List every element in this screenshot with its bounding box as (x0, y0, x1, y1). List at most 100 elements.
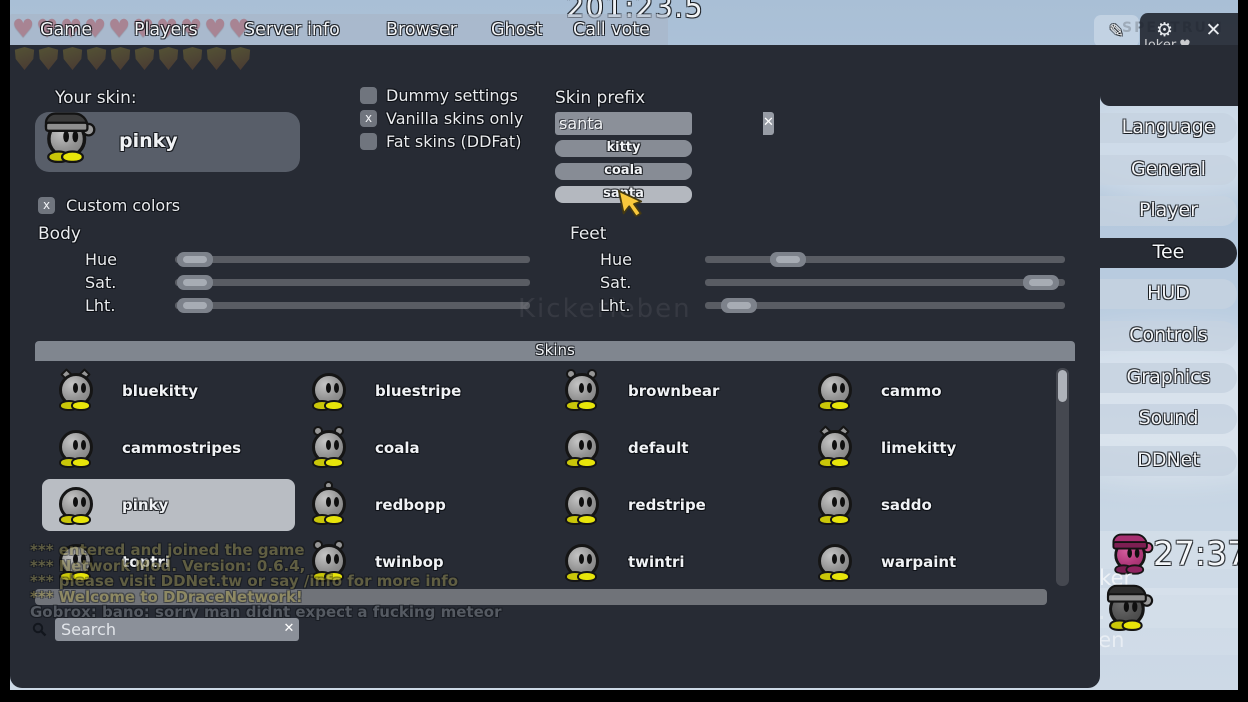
current-skin-name: pinky (119, 130, 178, 152)
slider-thumb[interactable] (770, 252, 806, 267)
tee-eye (81, 383, 86, 393)
prefix-option-button[interactable]: kitty (555, 140, 692, 157)
shield-icon (182, 47, 203, 70)
tee-eye (81, 497, 86, 507)
skin-tee-icon (56, 426, 100, 470)
settings-tab[interactable]: Tee (1100, 238, 1237, 268)
settings-tab[interactable]: Graphics (1100, 363, 1237, 393)
tee-eye (73, 497, 78, 507)
skin-checkboxes: Dummy settings x Vanilla skins only Fat … (360, 87, 523, 150)
skin-list-item[interactable]: limekitty (801, 422, 1054, 474)
search-input[interactable] (55, 618, 279, 641)
slider-track[interactable] (705, 302, 1065, 309)
tee-eye (840, 383, 845, 393)
slider-track[interactable] (175, 279, 530, 286)
tee-eye (587, 440, 592, 450)
skin-list-item[interactable]: brownbear (548, 365, 801, 417)
clear-prefix-icon[interactable]: ✕ (763, 112, 774, 135)
slider-track[interactable] (175, 302, 530, 309)
slider-thumb[interactable] (177, 275, 213, 290)
tee-eye (72, 131, 78, 143)
current-skin-tee (44, 115, 95, 166)
settings-tab[interactable]: HUD (1100, 279, 1237, 309)
menu-item[interactable]: Ghost (491, 20, 542, 40)
skins-list-header[interactable]: Skins (35, 341, 1075, 361)
checkbox[interactable] (360, 133, 377, 150)
settings-tab[interactable]: DDNet (1100, 446, 1237, 476)
menu-item[interactable]: Browser (386, 20, 457, 40)
skin-name: brownbear (628, 382, 719, 400)
settings-tab[interactable]: Player (1100, 196, 1237, 226)
skin-prefix-input[interactable] (555, 112, 763, 135)
skin-list-item[interactable]: coala (295, 422, 548, 474)
skin-list-item[interactable]: cammo (801, 365, 1054, 417)
tee-foot (830, 514, 850, 525)
skin-list-item[interactable]: redstripe (548, 479, 801, 531)
custom-colors-checkbox[interactable]: x (38, 197, 55, 214)
tee-eye (81, 440, 86, 450)
tee-eye (63, 131, 69, 143)
skin-tee-icon (56, 483, 100, 527)
skin-list-item[interactable]: pinky (42, 479, 295, 531)
clear-search-icon[interactable]: ✕ (279, 618, 299, 641)
slider-row: Lht. (600, 294, 1065, 317)
skins-scrollbar[interactable] (1056, 368, 1069, 586)
skin-list-item[interactable]: bluekitty (42, 365, 295, 417)
settings-panel-corner (1100, 45, 1238, 106)
settings-tab[interactable]: Language (1100, 113, 1237, 143)
skin-name: default (628, 439, 689, 457)
menu-item[interactable]: Server info (244, 20, 340, 40)
slider-track[interactable] (705, 256, 1065, 263)
slider-row: Sat. (85, 271, 530, 294)
body-section-label: Body (38, 224, 81, 244)
skin-list-item[interactable]: saddo (801, 479, 1054, 531)
screen: 201:23.5 ♥♥♥♥♥♥♥♥♥♥ SPECTRUM Kickerleben… (0, 0, 1248, 702)
tee-eye (832, 554, 837, 564)
slider-thumb[interactable] (177, 298, 213, 313)
body-sliders: Hue Sat. Lht. (85, 248, 530, 317)
skin-list-item[interactable]: default (548, 422, 801, 474)
editor-button[interactable]: ✎ (1094, 15, 1139, 47)
checkbox[interactable]: x (360, 110, 377, 127)
settings-tab[interactable]: General (1100, 155, 1237, 185)
tee-eye (579, 440, 584, 450)
menu-item[interactable]: Players (134, 20, 198, 40)
skin-tee-icon (309, 369, 353, 413)
skin-tee-icon (815, 540, 859, 584)
menu-item[interactable]: Game (40, 20, 92, 40)
scrollbar-thumb[interactable] (1058, 370, 1067, 402)
tee-eye (840, 440, 845, 450)
skin-tee-icon (815, 426, 859, 470)
shield-icon (38, 47, 59, 70)
menu-item[interactable]: Call vote (573, 20, 650, 40)
tee-eye (73, 440, 78, 450)
slider-thumb[interactable] (721, 298, 757, 313)
skin-tee-icon (56, 369, 100, 413)
skin-list-item[interactable]: warpaint (801, 536, 1054, 588)
skin-tee-icon (562, 426, 606, 470)
tee-foot (324, 457, 344, 468)
skin-list-item[interactable]: redbopp (295, 479, 548, 531)
skin-list-item[interactable]: cammostripes (42, 422, 295, 474)
slider-track[interactable] (175, 256, 530, 263)
checkbox-row: Fat skins (DDFat) (360, 133, 523, 150)
close-button[interactable]: ✕ (1189, 13, 1238, 47)
pencil-icon: ✎ (1109, 21, 1124, 42)
settings-tab[interactable]: Sound (1100, 404, 1237, 434)
checkbox-label: Vanilla skins only (386, 109, 523, 128)
prefix-option-button[interactable]: coala (555, 163, 692, 180)
game-viewport: 201:23.5 ♥♥♥♥♥♥♥♥♥♥ SPECTRUM Kickerleben… (10, 0, 1238, 690)
checkbox[interactable] (360, 87, 377, 104)
tee-foot (577, 400, 597, 411)
slider-track[interactable] (705, 279, 1065, 286)
slider-label: Lht. (600, 296, 705, 315)
skin-prefix-label: Skin prefix (555, 88, 645, 108)
slider-thumb[interactable] (1023, 275, 1059, 290)
shield-icon (14, 47, 35, 70)
settings-tab[interactable]: Controls (1100, 321, 1237, 351)
skin-tee-icon (815, 483, 859, 527)
skin-list-item[interactable]: bluestripe (295, 365, 548, 417)
skin-list-item[interactable]: twintri (548, 536, 801, 588)
tee-foot (324, 400, 344, 411)
slider-thumb[interactable] (177, 252, 213, 267)
